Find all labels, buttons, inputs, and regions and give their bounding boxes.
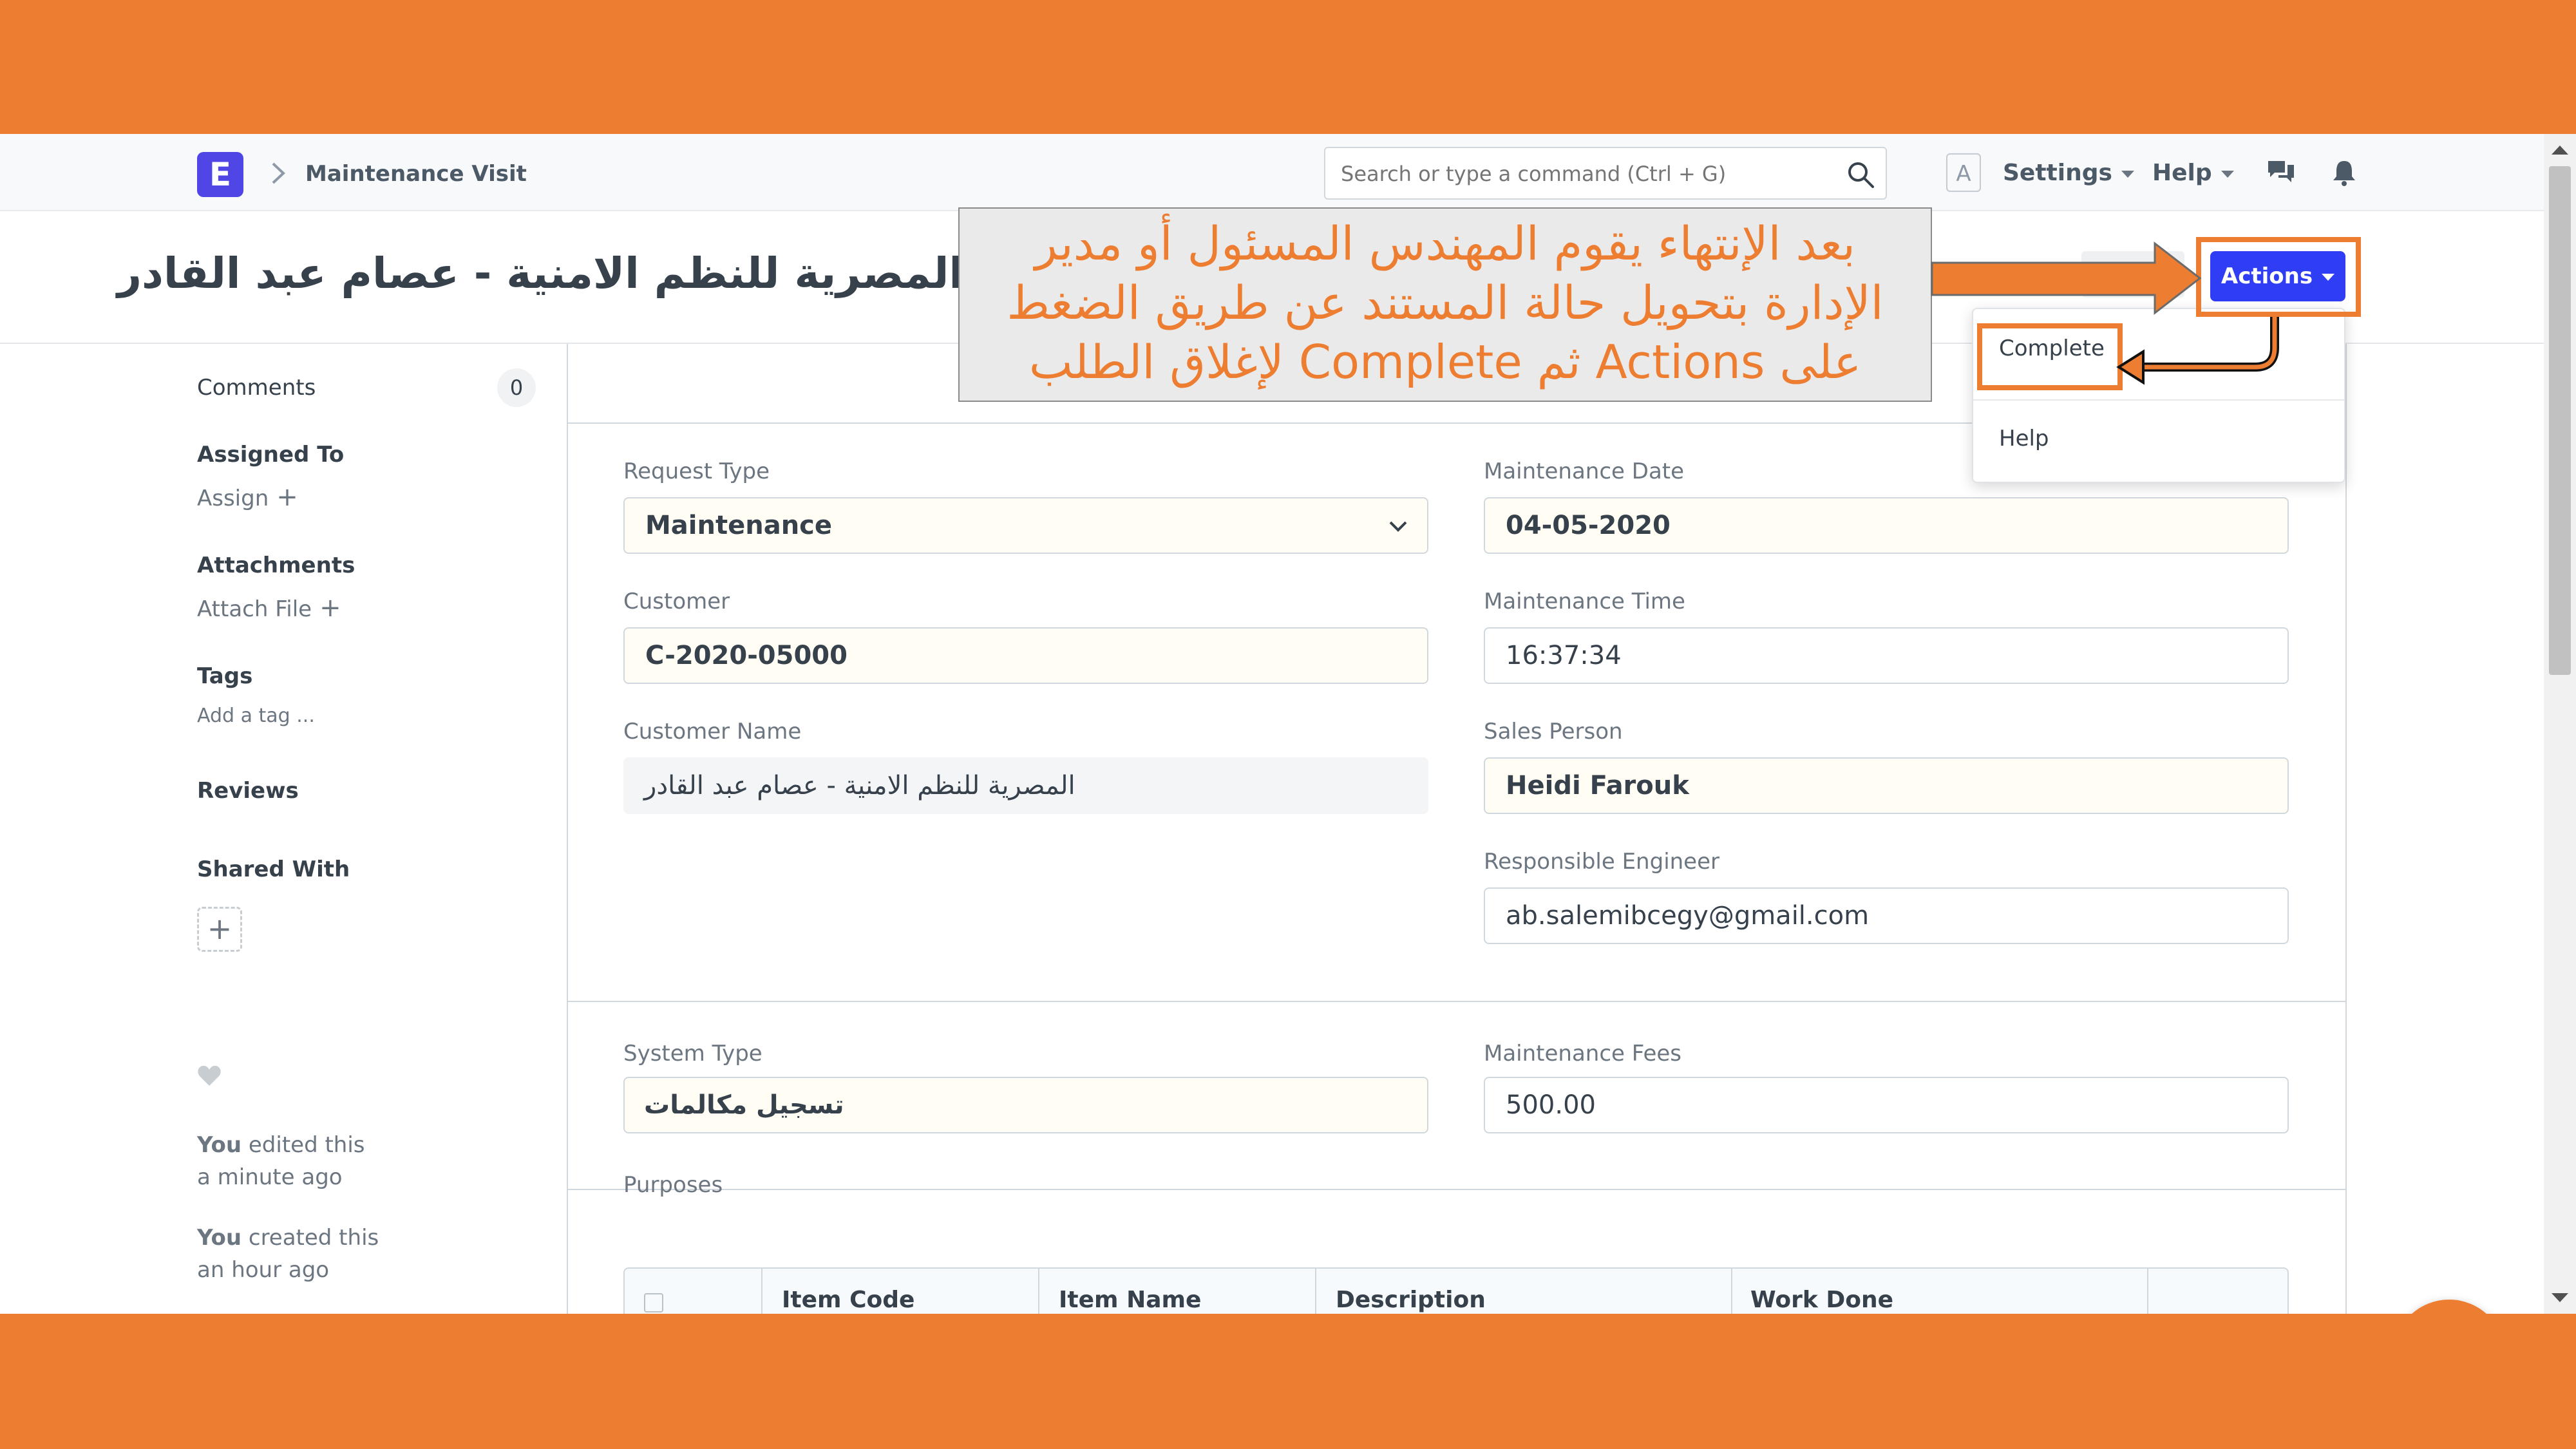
arrowhead-icon [2116, 349, 2145, 385]
arrow-right-icon [1931, 241, 2202, 316]
annotation-arrows [1931, 241, 2279, 385]
curved-arrow-icon [2138, 317, 2279, 372]
